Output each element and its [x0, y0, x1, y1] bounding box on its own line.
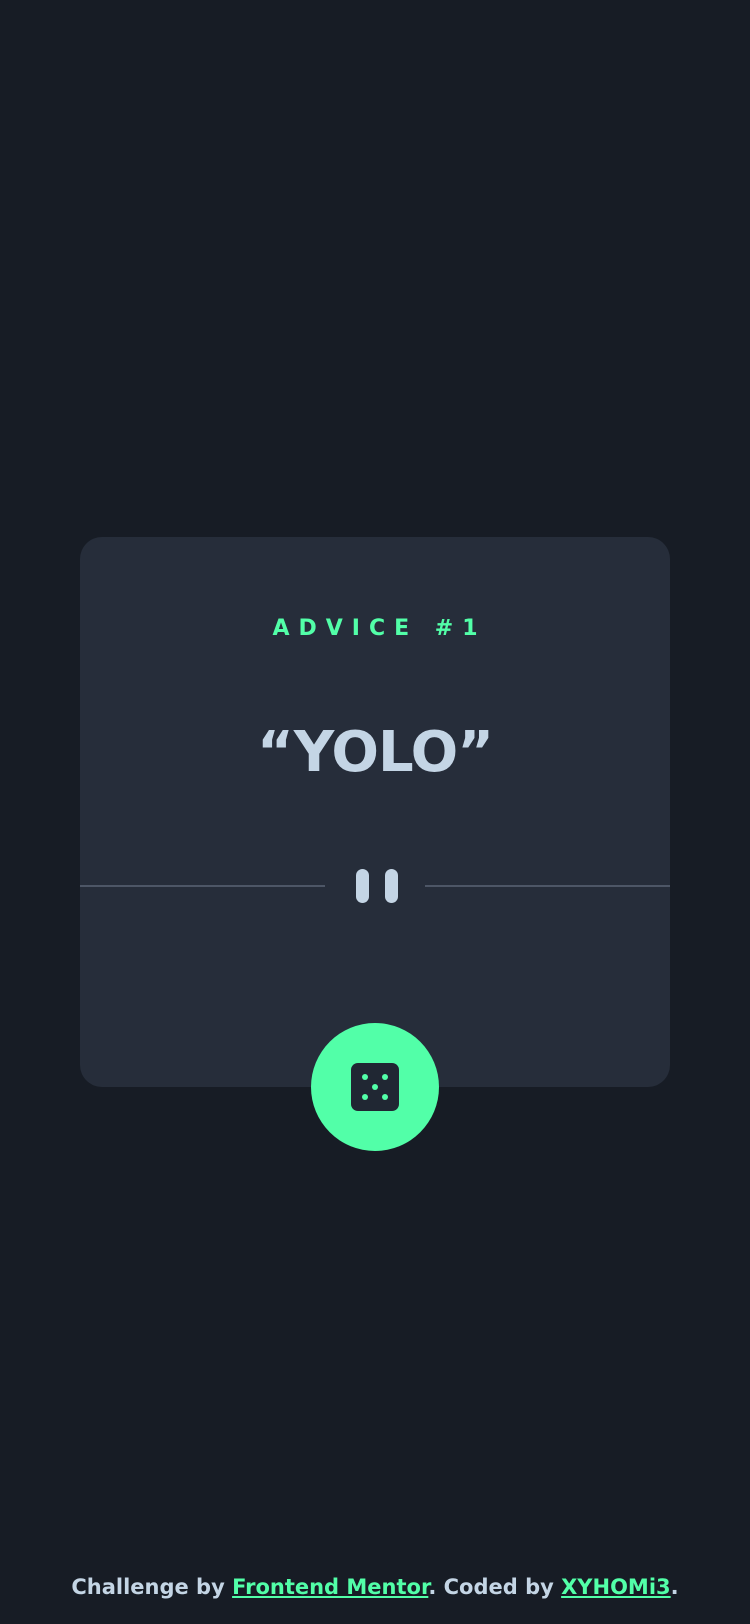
advice-text: “YOLO”	[256, 720, 494, 785]
attribution-prefix: Challenge by	[71, 1575, 233, 1599]
frontend-mentor-link[interactable]: Frontend Mentor	[232, 1575, 428, 1599]
pause-icon	[356, 869, 398, 903]
advice-card: ADVICE #1 “YOLO”	[80, 537, 670, 1087]
attribution-suffix: .	[670, 1575, 679, 1599]
new-advice-button[interactable]	[311, 1023, 439, 1151]
divider	[80, 869, 670, 903]
divider-line-left	[80, 885, 325, 887]
attribution: Challenge by Frontend Mentor. Coded by X…	[0, 1575, 750, 1599]
dice-icon	[351, 1063, 399, 1111]
attribution-middle: . Coded by	[428, 1575, 562, 1599]
author-link[interactable]: XYHOMi3	[561, 1575, 671, 1599]
divider-line-right	[425, 885, 670, 887]
advice-id: ADVICE #1	[272, 616, 487, 641]
